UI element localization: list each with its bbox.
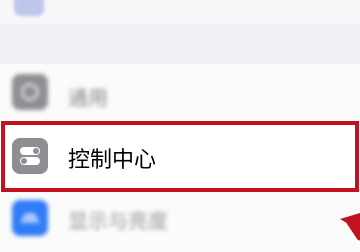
display-brightness-icon	[12, 200, 48, 236]
highlight-box	[1, 121, 359, 192]
pointer-arrow-icon	[340, 213, 360, 241]
display-brightness-label: 显示与亮度	[68, 209, 168, 233]
settings-row-partial[interactable]	[0, 0, 360, 24]
settings-screen: 通用 控制中心 显示与亮度	[0, 0, 360, 252]
section-gap	[0, 24, 360, 64]
general-label: 通用	[68, 86, 108, 110]
gear-icon	[12, 74, 48, 110]
settings-item-general[interactable]: 通用	[0, 64, 360, 122]
app-icon	[14, 0, 44, 16]
settings-item-display-brightness[interactable]: 显示与亮度	[0, 190, 360, 252]
